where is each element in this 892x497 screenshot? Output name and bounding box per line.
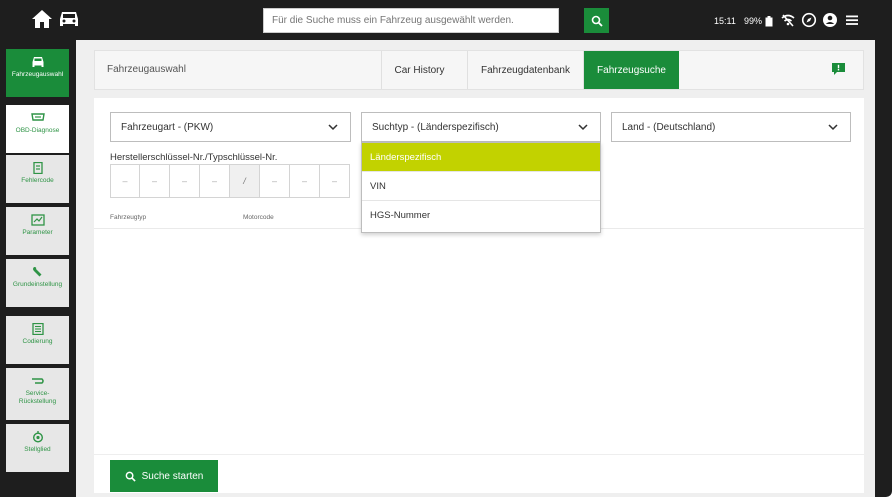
chevron-down-icon (578, 124, 588, 131)
sidebar-item-grundeinstellung[interactable]: Grundeinstellung (6, 259, 69, 307)
car-icon[interactable] (57, 8, 81, 30)
service-reset-icon (31, 378, 44, 384)
sidebar-item-label: Fahrzeugauswahl (11, 71, 64, 78)
hsn-cell-2[interactable]: – (140, 164, 170, 198)
option-hgs-nummer[interactable]: HGS-Nummer (362, 201, 600, 230)
user-icon[interactable] (822, 12, 838, 28)
country-select[interactable]: Land - (Deutschland) (611, 112, 851, 142)
top-bar: 15:11 99% (0, 0, 892, 40)
sidebar-item-parameter[interactable]: Parameter (6, 207, 69, 255)
sidebar: Fahrzeugauswahl OBD-Diagnose Fehlercode … (0, 40, 76, 497)
tsn-cell-2[interactable]: – (290, 164, 320, 198)
search-panel: Fahrzeugart - (PKW) Suchtyp - (Länderspe… (94, 98, 864, 493)
hsn-cell-3[interactable]: – (170, 164, 200, 198)
feedback-icon[interactable] (832, 63, 845, 75)
vehicle-type-value: Fahrzeugart - (PKW) (121, 121, 214, 133)
tab-fahrzeugsuche[interactable]: Fahrzeugsuche (583, 51, 679, 89)
sidebar-item-label: OBD-Diagnose (15, 127, 60, 134)
tab-label: Fahrzeugdatenbank (481, 64, 570, 76)
main-area: Fahrzeugauswahl Car History Fahrzeugdate… (76, 40, 875, 497)
tab-label: Fahrzeugsuche (597, 64, 666, 76)
hsn-cell-1[interactable]: – (110, 164, 140, 198)
chevron-down-icon (328, 124, 338, 131)
sidebar-item-label: Grundeinstellung (12, 281, 63, 288)
vehicle-type-select[interactable]: Fahrzeugart - (PKW) (110, 112, 351, 142)
sidebar-item-fehlercode[interactable]: Fehlercode (6, 155, 69, 203)
search-start-button[interactable]: Suche starten (110, 460, 218, 492)
tsn-cell-1[interactable]: – (260, 164, 290, 198)
sidebar-item-label: Parameter (22, 229, 53, 236)
menu-icon[interactable] (844, 12, 860, 28)
actuator-icon (32, 431, 43, 443)
battery-percent: 99% (744, 16, 763, 26)
footer-divider (94, 454, 864, 455)
sidebar-item-label: Fehlercode (21, 177, 54, 184)
page-title: Fahrzeugauswahl (107, 64, 186, 75)
sidebar-item-service-rueckstellung[interactable]: Service-Rückstellung (6, 368, 69, 420)
search-type-dropdown: Länderspezifisch VIN HGS-Nummer (361, 142, 601, 233)
chevron-down-icon (828, 124, 838, 131)
clock: 15:11 (714, 16, 736, 26)
compass-icon[interactable] (801, 12, 817, 28)
option-laenderspezifisch[interactable]: Länderspezifisch (362, 143, 600, 172)
sidebar-item-label: Service-Rückstellung (18, 390, 57, 405)
search-icon (125, 471, 136, 482)
home-icon[interactable] (30, 8, 54, 30)
sidebar-item-obd-diagnose[interactable]: OBD-Diagnose (6, 105, 69, 153)
tab-fahrzeugdatenbank[interactable]: Fahrzeugdatenbank (467, 51, 583, 89)
car-icon (32, 57, 43, 67)
sidebar-item-label: Codierung (22, 338, 53, 345)
sidebar-item-codierung[interactable]: Codierung (6, 316, 69, 364)
page-header: Fahrzeugauswahl Car History Fahrzeugdate… (94, 50, 864, 90)
tab-car-history[interactable]: Car History (381, 51, 457, 89)
parameter-icon (30, 214, 45, 226)
search-start-label: Suche starten (141, 470, 204, 482)
search-type-value: Suchtyp - (Länderspezifisch) (372, 121, 499, 133)
coding-icon (31, 323, 44, 335)
sidebar-item-stellglied[interactable]: Stellglied (6, 424, 69, 472)
battery-level: 99% (744, 13, 773, 29)
hsn-tsn-label: Herstellerschlüssel-Nr./Typschlüssel-Nr. (110, 152, 278, 163)
wrench-icon (32, 267, 41, 277)
option-vin[interactable]: VIN (362, 172, 600, 201)
country-value: Land - (Deutschland) (622, 121, 716, 133)
battery-icon (765, 15, 773, 26)
tab-label: Car History (394, 64, 445, 76)
hsn-tsn-separator: / (230, 164, 260, 198)
column-fahrzeugtyp: Fahrzeugtyp (110, 214, 147, 221)
search-button[interactable] (584, 8, 609, 33)
sidebar-item-label: Stellglied (24, 446, 51, 453)
wifi-off-icon[interactable] (780, 12, 796, 28)
search-type-select[interactable]: Suchtyp - (Länderspezifisch) (361, 112, 601, 142)
vehicle-search-box[interactable] (263, 8, 559, 33)
search-icon (591, 15, 603, 27)
hsn-cell-4[interactable]: – (200, 164, 230, 198)
vehicle-search-input[interactable] (264, 9, 558, 32)
tsn-cell-3[interactable]: – (320, 164, 350, 198)
hsn-tsn-input-group: – – – – / – – – (110, 164, 350, 198)
sidebar-item-fahrzeugauswahl[interactable]: Fahrzeugauswahl (6, 49, 69, 97)
obd-icon (30, 113, 45, 121)
column-motorcode: Motorcode (243, 214, 274, 221)
error-code-icon (32, 162, 43, 174)
